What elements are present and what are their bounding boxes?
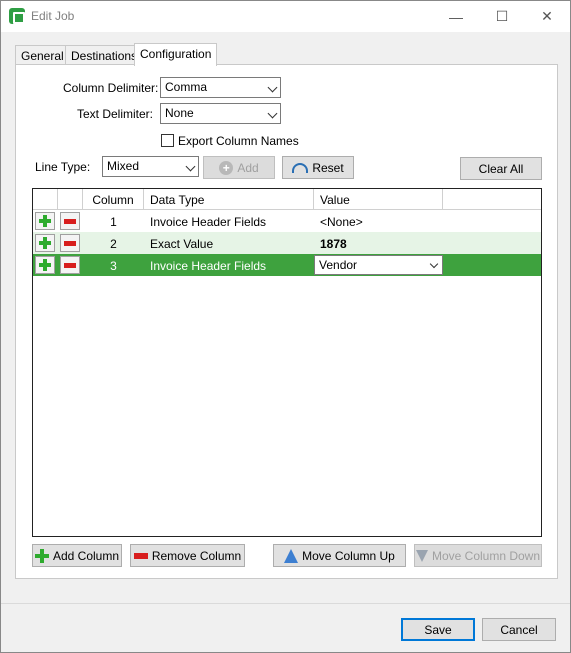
cell-data-type[interactable]: Exact Value — [144, 232, 314, 254]
reset-button[interactable]: Reset — [282, 156, 354, 179]
chevron-down-icon — [267, 82, 278, 93]
line-type-label: Line Type: — [35, 160, 91, 174]
cell-data-type[interactable]: Invoice Header Fields — [144, 254, 314, 276]
tab-destinations[interactable]: Destinations — [65, 45, 144, 65]
reset-label: Reset — [312, 160, 344, 175]
text-delimiter-select[interactable]: None — [160, 103, 281, 124]
tab-general[interactable]: General — [15, 45, 70, 65]
minus-icon — [64, 262, 76, 268]
move-column-down-button[interactable]: Move Column Down — [414, 544, 542, 567]
minus-icon — [64, 240, 76, 246]
reset-icon — [292, 162, 309, 173]
column-delimiter-value: Comma — [165, 80, 208, 94]
app-icon — [9, 8, 25, 24]
chevron-down-icon — [267, 108, 278, 119]
header-remove-col — [58, 189, 83, 210]
header-add-col — [33, 189, 58, 210]
minus-icon — [133, 552, 148, 559]
line-type-value: Mixed — [107, 159, 140, 173]
table-row[interactable]: 2 Exact Value 1878 — [33, 232, 541, 254]
configuration-panel: Column Delimiter: Comma Text Delimiter: … — [15, 64, 558, 579]
chevron-down-icon — [429, 259, 439, 269]
plus-icon — [34, 548, 49, 563]
chevron-down-icon — [185, 161, 196, 172]
add-line-label: Add — [237, 160, 259, 175]
cell-value[interactable]: 1878 — [314, 232, 443, 254]
value-select-text: Vendor — [319, 258, 358, 272]
add-column-label: Add Column — [52, 548, 120, 563]
header-value[interactable]: Value — [314, 189, 443, 210]
window-title: Edit Job — [31, 9, 75, 23]
grid-header: Column Data Type Value — [33, 189, 541, 210]
cell-value[interactable]: <None> — [314, 210, 443, 232]
cell-column: 1 — [110, 215, 117, 229]
move-column-up-button[interactable]: Move Column Up — [273, 544, 406, 567]
table-row[interactable]: 3 Invoice Header Fields Vendor — [33, 254, 541, 276]
add-row-button[interactable] — [35, 212, 55, 230]
title-bar: Edit Job — ☐ ✕ — [1, 1, 570, 32]
add-row-button[interactable] — [35, 256, 55, 274]
text-delimiter-label: Text Delimiter: — [77, 107, 154, 121]
header-data-type[interactable]: Data Type — [144, 189, 314, 210]
minus-icon — [64, 218, 76, 224]
minimize-button[interactable]: — — [433, 1, 479, 32]
footer-divider — [1, 603, 570, 604]
cell-column: 2 — [110, 237, 117, 251]
column-delimiter-label: Column Delimiter: — [63, 81, 159, 95]
save-button[interactable]: Save — [401, 618, 475, 641]
remove-row-button[interactable] — [60, 256, 80, 274]
export-column-names-checkbox[interactable] — [161, 134, 174, 147]
add-circle-icon: + — [219, 160, 234, 175]
column-delimiter-select[interactable]: Comma — [160, 77, 281, 98]
line-type-select[interactable]: Mixed — [102, 156, 199, 177]
cancel-button[interactable]: Cancel — [482, 618, 556, 641]
move-column-up-label: Move Column Up — [302, 548, 395, 563]
clear-all-button[interactable]: Clear All — [460, 157, 542, 180]
remove-column-button[interactable]: Remove Column — [130, 544, 245, 567]
table-row[interactable]: 1 Invoice Header Fields <None> — [33, 210, 541, 232]
text-delimiter-value: None — [165, 106, 194, 120]
maximize-button[interactable]: ☐ — [479, 1, 525, 32]
arrow-up-icon — [284, 548, 299, 563]
export-column-names-label: Export Column Names — [178, 134, 299, 148]
cell-column: 3 — [110, 259, 117, 273]
arrow-down-icon — [415, 549, 428, 562]
columns-grid: Column Data Type Value 1 Invoice Header … — [32, 188, 542, 537]
close-button[interactable]: ✕ — [524, 1, 570, 32]
value-select[interactable]: Vendor — [314, 255, 443, 275]
plus-icon — [39, 259, 51, 271]
edit-job-window: Edit Job — ☐ ✕ General Destinations Conf… — [0, 0, 571, 653]
remove-row-button[interactable] — [60, 212, 80, 230]
plus-icon — [39, 215, 51, 227]
add-column-button[interactable]: Add Column — [32, 544, 122, 567]
add-row-button[interactable] — [35, 234, 55, 252]
tab-configuration[interactable]: Configuration — [134, 43, 218, 66]
header-column[interactable]: Column — [83, 189, 144, 210]
remove-column-label: Remove Column — [151, 548, 242, 563]
plus-icon — [39, 237, 51, 249]
remove-row-button[interactable] — [60, 234, 80, 252]
add-line-button[interactable]: + Add — [203, 156, 275, 179]
move-column-down-label: Move Column Down — [431, 548, 541, 563]
cell-data-type[interactable]: Invoice Header Fields — [144, 210, 314, 232]
